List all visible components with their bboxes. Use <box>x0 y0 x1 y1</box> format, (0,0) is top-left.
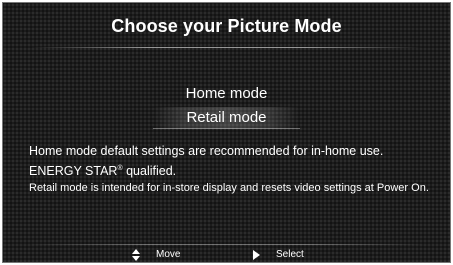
footer-divider <box>29 244 424 245</box>
footer-select-hint: Select <box>253 248 304 262</box>
right-triangle-icon <box>253 250 260 260</box>
energy-star-suffix: qualified. <box>122 164 177 178</box>
menu-item-retail-mode[interactable]: Retail mode <box>3 107 450 129</box>
energy-star-prefix: ENERGY STAR <box>29 164 118 178</box>
menu-item-label: Home mode <box>185 85 268 102</box>
page-title: Choose your Picture Mode <box>111 16 342 36</box>
select-label: Select <box>276 249 304 260</box>
up-down-arrows-icon <box>132 249 140 261</box>
menu-item-home-mode[interactable]: Home mode <box>3 85 450 102</box>
retail-mode-description: Retail mode is intended for in-store dis… <box>29 182 429 194</box>
move-label: Move <box>156 249 181 260</box>
home-mode-text: Home mode default settings are recommend… <box>29 144 384 158</box>
menu-item-label: Retail mode <box>186 109 267 126</box>
picture-mode-screen: Choose your Picture Mode Home mode Retai… <box>2 2 451 263</box>
home-mode-description: Home mode default settings are recommend… <box>29 143 442 180</box>
title-divider <box>31 47 422 48</box>
footer-move-hint: Move <box>132 248 180 262</box>
